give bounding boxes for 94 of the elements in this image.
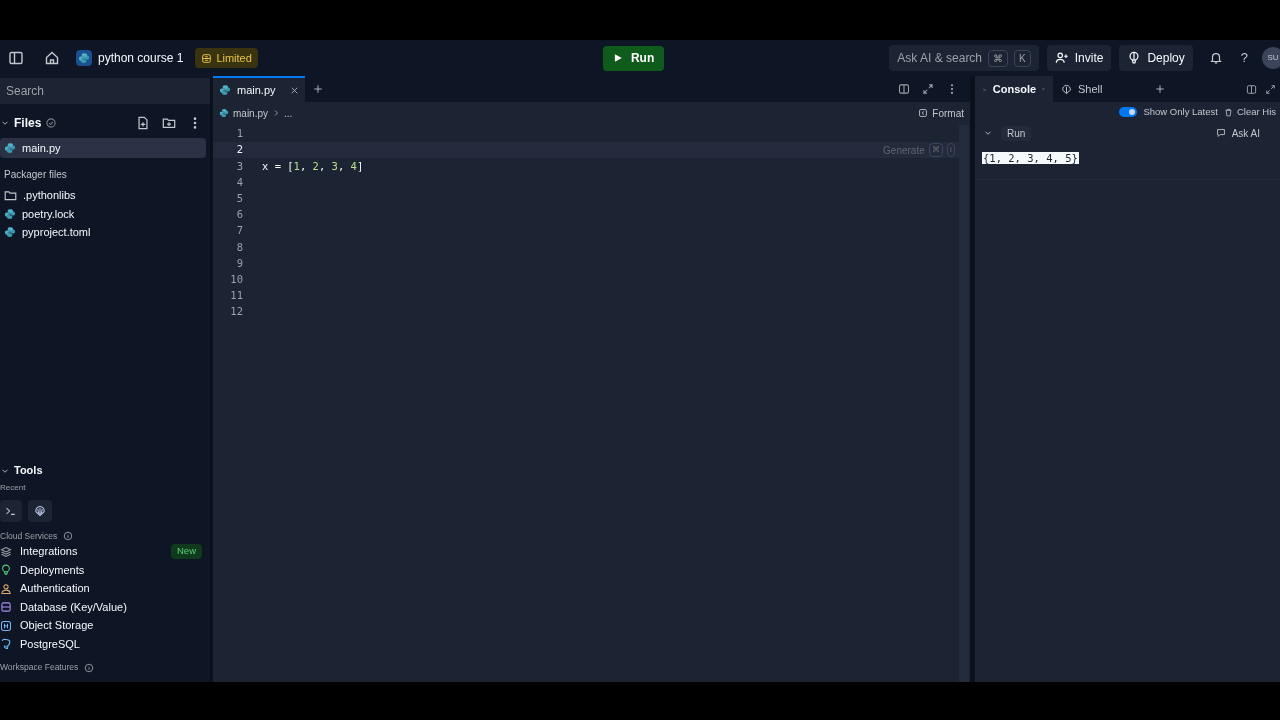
sidebar-toggle-icon <box>8 50 24 66</box>
file-item[interactable]: .pythonlibs <box>0 186 206 205</box>
folder-icon <box>4 188 17 202</box>
line-number: 10 <box>229 271 243 287</box>
section-heading: Cloud Services <box>0 529 58 543</box>
line-number: 12 <box>229 304 243 320</box>
breadcrumb-item[interactable]: ... <box>284 105 293 121</box>
new-file-icon <box>136 116 150 130</box>
add-user-icon <box>1054 51 1069 65</box>
storage-icon <box>0 619 12 632</box>
line-number: 1 <box>235 126 243 142</box>
info-icon <box>84 662 95 673</box>
file-item[interactable]: pyproject.toml <box>0 223 206 242</box>
shell-icon <box>34 504 46 517</box>
avatar[interactable]: SU <box>1262 47 1280 69</box>
service-item[interactable]: Integrations New <box>0 542 210 561</box>
panel-tab[interactable]: Shell <box>1053 76 1131 102</box>
shell-icon <box>1061 83 1072 95</box>
person-icon <box>0 582 12 595</box>
recent-tool-button[interactable] <box>28 499 52 522</box>
service-label: Integrations <box>20 544 79 560</box>
ask-ai-button[interactable]: Ask AI <box>1215 125 1260 141</box>
console-output: {1, 2, 3, 4, 5} <box>982 152 1079 164</box>
deploy-button[interactable]: Deploy <box>1119 45 1193 71</box>
home-icon <box>44 50 60 66</box>
panel-tab[interactable]: Console <box>975 76 1053 102</box>
chat-icon <box>1215 128 1226 138</box>
ai-search-button[interactable]: Ask AI & search ⌘ K <box>889 45 1039 71</box>
play-icon <box>612 53 623 63</box>
clear-history-button[interactable]: Clear His <box>1223 104 1276 120</box>
python-file-icon <box>219 108 229 118</box>
section-heading: Packager files <box>3 168 68 182</box>
line-number: 4 <box>235 174 243 190</box>
python-file-icon <box>4 207 16 220</box>
info-icon <box>63 530 74 541</box>
line-number: 7 <box>235 223 243 239</box>
plan-icon <box>201 52 213 64</box>
file-item[interactable]: main.py <box>0 138 206 158</box>
python-file-icon <box>4 226 16 239</box>
service-item[interactable]: Database (Key/Value) <box>0 597 210 617</box>
service-item[interactable]: Object Storage <box>0 616 210 635</box>
new-badge: New <box>171 544 202 559</box>
invite-button[interactable]: Invite <box>1046 45 1112 71</box>
database-icon <box>0 601 12 613</box>
format-icon <box>918 108 929 118</box>
line-number: 8 <box>235 239 243 255</box>
service-item[interactable]: Authentication <box>0 579 210 598</box>
chevron-right-icon <box>272 109 280 117</box>
help-button[interactable]: ? <box>1234 48 1254 68</box>
section-heading: Workspace Features <box>0 661 79 674</box>
repl-name[interactable]: python course 1 <box>98 49 184 67</box>
run-button[interactable]: Run <box>602 45 665 71</box>
code-line: x = [1, 2, 3, 4] <box>262 158 364 174</box>
cloud-check-icon <box>45 117 58 129</box>
split-icon <box>1246 83 1257 95</box>
service-item[interactable]: PostgreSQL <box>0 634 210 654</box>
line-number: 11 <box>229 288 243 304</box>
run-label: Run <box>1001 125 1032 141</box>
stack-icon <box>0 545 12 558</box>
tools-heading: Tools <box>14 463 43 479</box>
new-folder-icon <box>162 116 176 130</box>
search-field[interactable]: Search <box>0 78 210 104</box>
file-item[interactable]: poetry.lock <box>0 204 206 223</box>
line-number: 2 <box>235 142 243 158</box>
service-label: Object Storage <box>20 618 95 634</box>
bell-icon <box>1208 51 1223 65</box>
key-hint: K <box>1014 49 1031 67</box>
line-number: 9 <box>235 255 243 271</box>
python-file-icon <box>4 142 16 154</box>
line-number: 5 <box>235 190 243 206</box>
key-hint: ⌘ <box>988 49 1009 67</box>
plan-badge: Limited <box>195 48 258 68</box>
service-label: Authentication <box>20 581 91 597</box>
service-label: Database (Key/Value) <box>20 599 128 615</box>
plus-icon <box>312 84 323 94</box>
maximize-icon <box>922 83 934 95</box>
maximize-icon <box>1265 83 1276 95</box>
line-number: 3 <box>235 158 243 174</box>
format-button[interactable]: Format <box>918 105 964 121</box>
toggle-switch[interactable] <box>1119 107 1138 117</box>
trash-icon <box>1223 107 1233 117</box>
section-heading: Recent <box>0 481 27 494</box>
service-label: Deployments <box>20 562 86 578</box>
python-file-icon <box>219 84 231 96</box>
editor-tab[interactable]: main.py <box>213 76 305 102</box>
recent-tool-button[interactable] <box>0 499 22 522</box>
plus-icon <box>1155 84 1165 94</box>
breadcrumb-item[interactable]: main.py <box>219 105 268 121</box>
files-heading: Files <box>14 115 42 132</box>
split-icon <box>898 83 910 95</box>
service-label: PostgreSQL <box>20 636 81 652</box>
service-item[interactable]: Deployments <box>0 560 210 580</box>
toggle-label: Show Only Latest <box>1143 104 1218 119</box>
line-number: 6 <box>235 207 243 223</box>
